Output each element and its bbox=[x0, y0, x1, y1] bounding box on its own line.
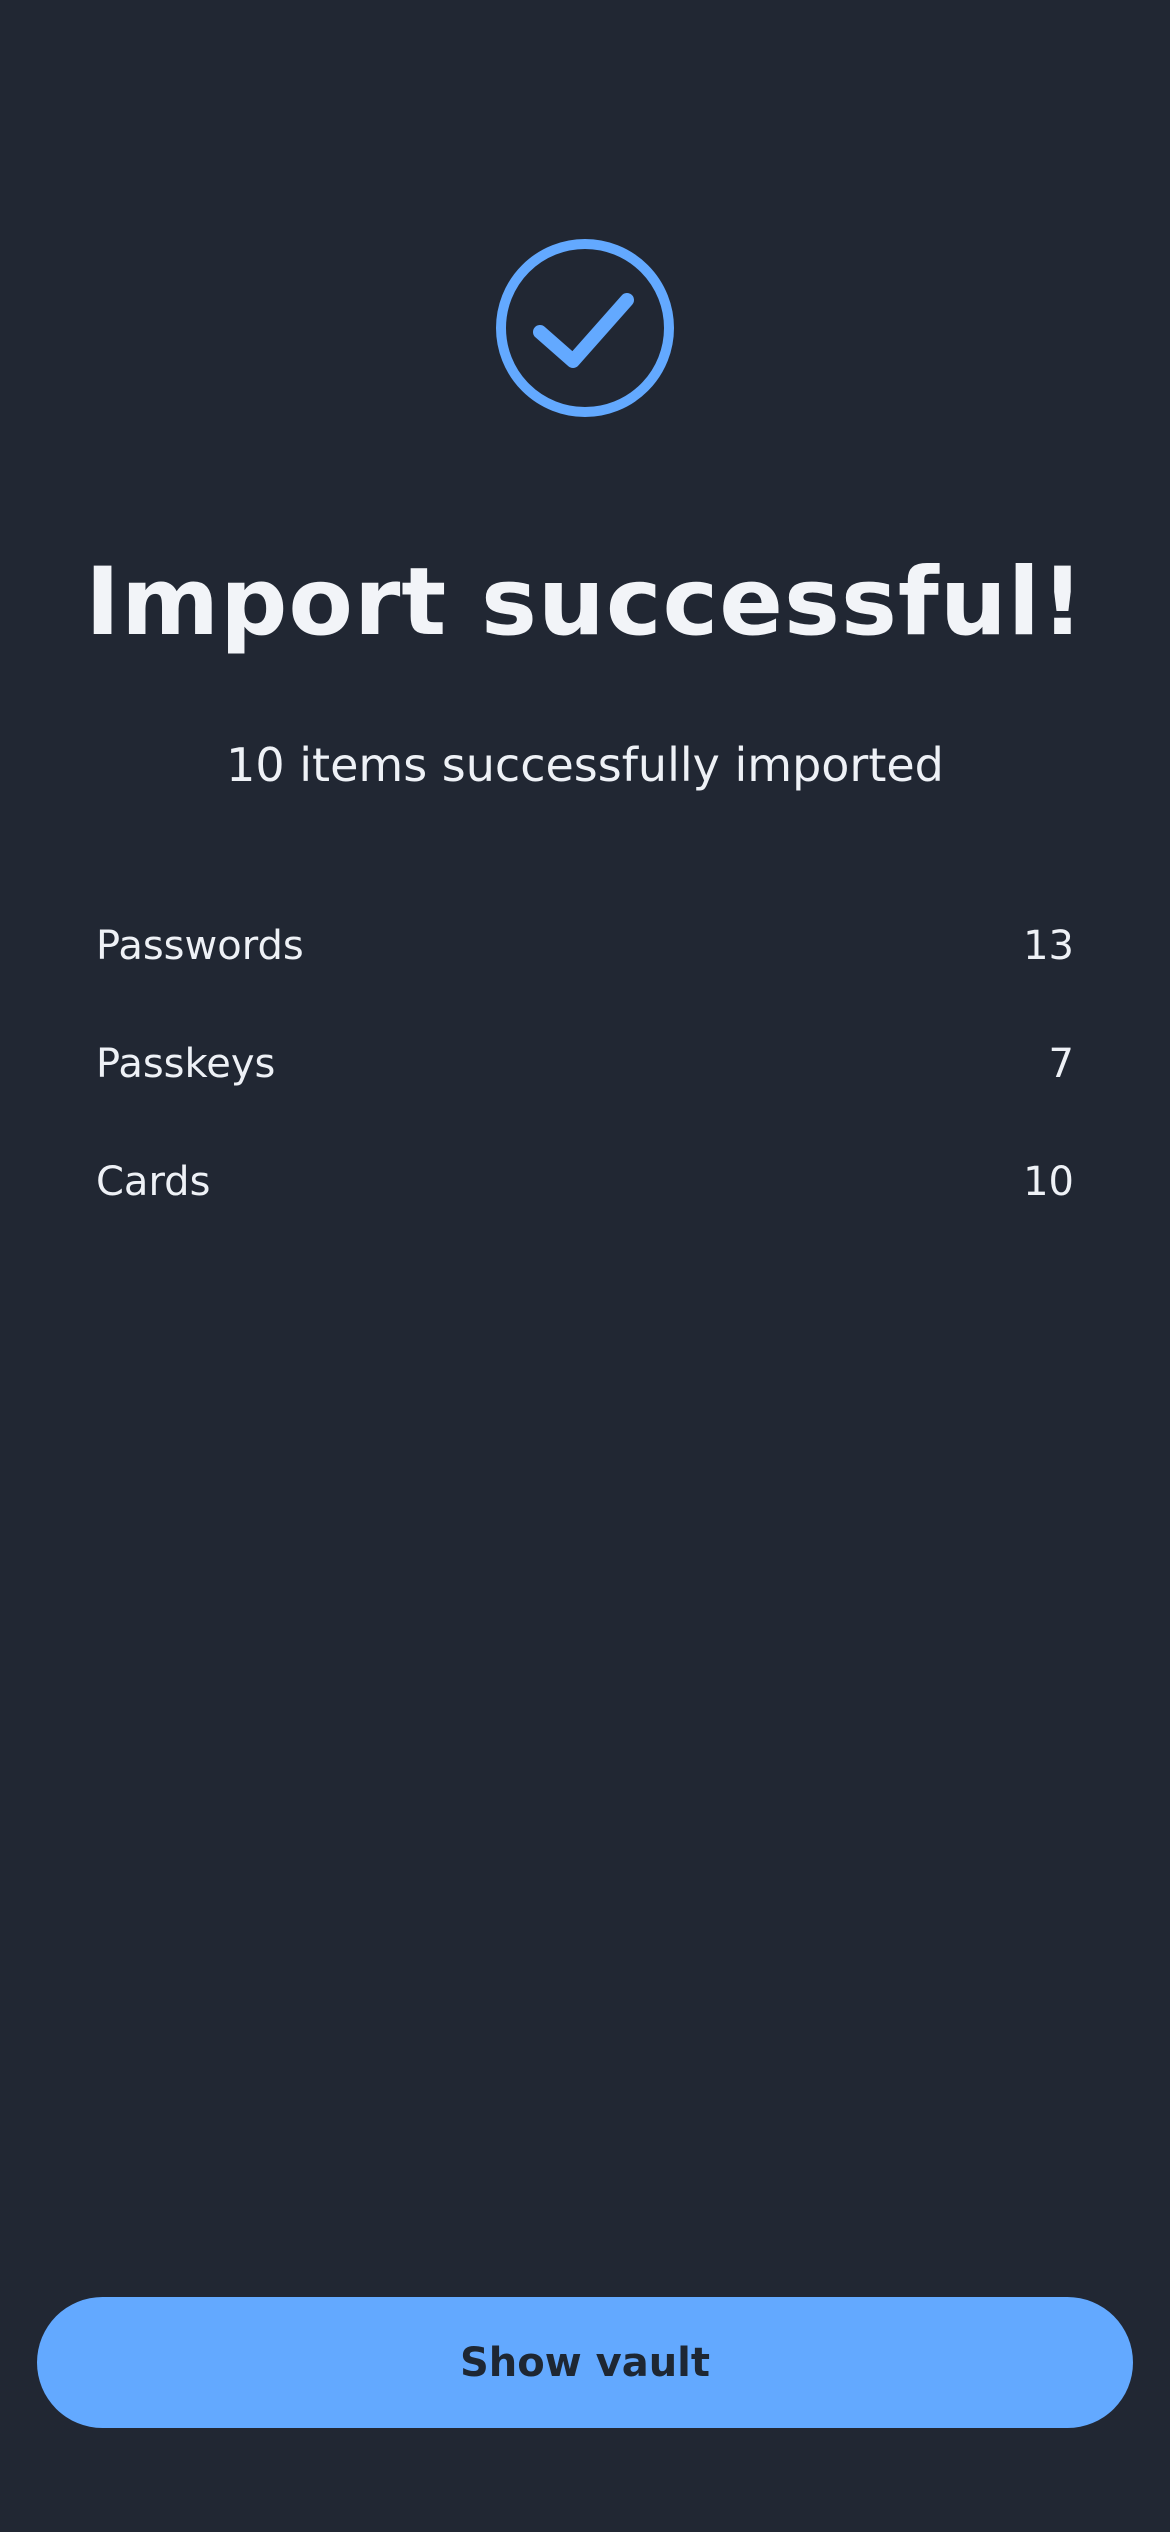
summary-row-count: 10 bbox=[1023, 1159, 1074, 1205]
summary-row-label: Passwords bbox=[96, 923, 304, 969]
import-summary-text: 10 items successfully imported bbox=[226, 738, 944, 792]
check-circle-icon bbox=[495, 238, 675, 418]
import-summary-list: Passwords 13 Passkeys 7 Cards 10 bbox=[96, 887, 1074, 1241]
summary-row-label: Cards bbox=[96, 1159, 211, 1205]
page-title: Import successful! bbox=[85, 548, 1085, 657]
summary-row-count: 7 bbox=[1048, 1041, 1074, 1087]
summary-row-cards: Cards 10 bbox=[96, 1123, 1074, 1241]
summary-row-passkeys: Passkeys 7 bbox=[96, 1005, 1074, 1123]
summary-row-label: Passkeys bbox=[96, 1041, 276, 1087]
show-vault-button-label: Show vault bbox=[459, 2339, 711, 2386]
summary-row-passwords: Passwords 13 bbox=[96, 887, 1074, 1005]
show-vault-button[interactable]: Show vault bbox=[37, 2297, 1133, 2428]
summary-row-count: 13 bbox=[1023, 923, 1074, 969]
